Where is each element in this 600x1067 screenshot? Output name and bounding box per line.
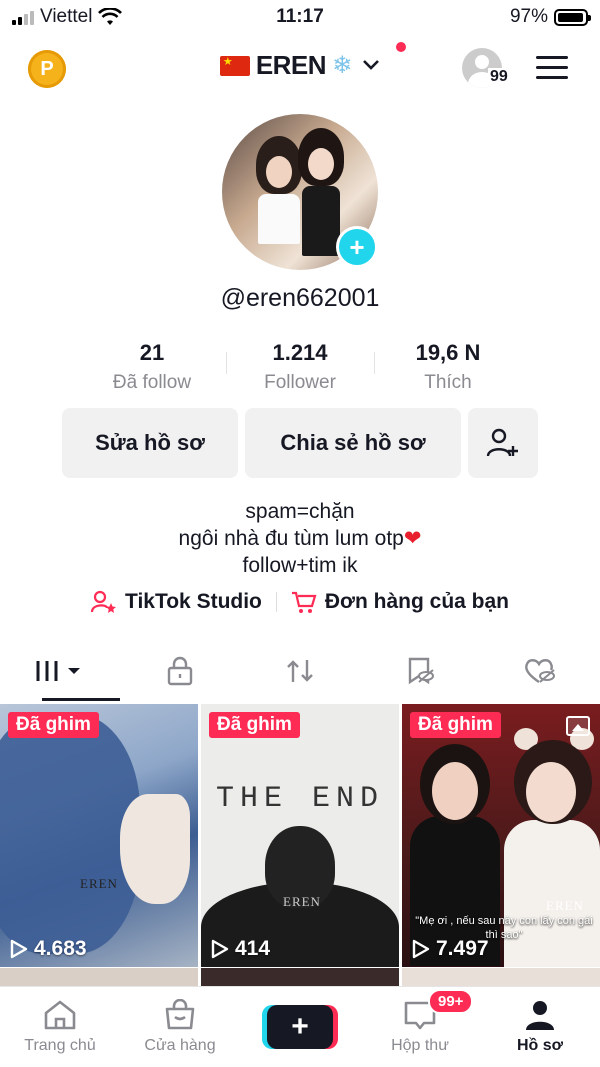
nav-shop[interactable]: Cửa hàng (120, 987, 240, 1067)
create-button[interactable]: + (267, 1005, 333, 1049)
nav-home[interactable]: Trang chủ (0, 987, 120, 1067)
video-thumbnail[interactable]: EREN Đã ghim 4.683 (0, 704, 198, 967)
nav-inbox[interactable]: 99+ Hộp thư (360, 987, 480, 1067)
thumbnail-title: THE END (215, 782, 385, 816)
nav-label: Hồ sơ (516, 1037, 564, 1054)
add-user-icon (486, 428, 518, 457)
profile-header: P EREN ❄ 99 (0, 40, 600, 96)
status-bar: Viettel 11:17 97% (0, 0, 600, 36)
tab-favorites[interactable] (360, 640, 480, 702)
battery-percent: 97% (509, 6, 548, 27)
tab-reposts[interactable] (240, 640, 360, 702)
grid-icon (36, 661, 80, 681)
profile-links: TikTok Studio Đơn hàng của bạn (0, 590, 600, 614)
nav-label: Trang chủ (24, 1037, 96, 1054)
profile-stats: 21 Đã follow 1.214 Follower 19,6 N Thích (78, 340, 522, 394)
nav-create[interactable]: + (240, 987, 360, 1067)
tab-videos[interactable] (0, 640, 120, 702)
bio-line: ngôi nhà đu tùm lum otp (178, 527, 404, 550)
chevron-down-icon (362, 55, 380, 76)
play-icon (412, 939, 430, 959)
stat-following[interactable]: 21 Đã follow (78, 340, 226, 394)
watermark: EREN (283, 894, 321, 909)
tiktok-studio-link[interactable]: TikTok Studio (91, 590, 262, 614)
nav-label: Hộp thư (391, 1037, 449, 1054)
stat-followers[interactable]: 1.214 Follower (226, 340, 374, 394)
video-thumbnail[interactable]: THE END EREN Đã ghim 414 (201, 704, 399, 967)
nav-label: Cửa hàng (144, 1037, 216, 1054)
link-label: Đơn hàng của bạn (324, 590, 509, 613)
share-profile-button[interactable]: Chia sẻ hồ sơ (245, 408, 461, 478)
bottom-nav: Trang chủ Cửa hàng + 99+ Hộp thư Hồ sơ (0, 986, 600, 1067)
china-flag-icon (219, 55, 250, 76)
view-count: 4.683 (10, 937, 87, 961)
home-icon (44, 1000, 76, 1030)
view-count: 7.497 (412, 937, 489, 961)
shopping-bag-icon (165, 999, 195, 1030)
bio: spam=chặn ngôi nhà đu tùm lum otp❤ follo… (0, 498, 600, 579)
link-label: TikTok Studio (125, 590, 262, 613)
battery-icon (554, 8, 591, 26)
stat-label: Đã follow (112, 372, 192, 393)
divider (275, 592, 277, 612)
inbox-badge: 99+ (428, 989, 474, 1014)
pinned-badge: Đã ghim (8, 712, 99, 738)
play-icon (10, 939, 28, 959)
stat-likes[interactable]: 19,6 N Thích (374, 340, 522, 394)
stat-value: 21 (139, 340, 165, 365)
bio-line: spam=chặn (245, 500, 355, 523)
heart-icon: ❤ (403, 527, 422, 550)
visitor-count: 99 (488, 68, 510, 86)
profile-icon (526, 1001, 554, 1030)
tab-liked[interactable] (480, 640, 600, 702)
stat-value: 1.214 (272, 340, 328, 365)
active-tab-indicator (42, 698, 120, 701)
menu-icon[interactable] (536, 56, 568, 86)
battery-info: 97% (509, 6, 591, 28)
orders-link[interactable]: Đơn hàng của bạn (291, 590, 509, 614)
bookmark-hidden-icon (408, 657, 434, 685)
heart-hidden-icon (525, 659, 555, 683)
pinned-badge: Đã ghim (410, 712, 501, 738)
studio-person-icon (91, 590, 116, 613)
next-row-peek (0, 968, 600, 988)
content-tabs (0, 640, 600, 702)
view-count: 414 (211, 937, 270, 961)
tab-private[interactable] (120, 640, 240, 702)
stat-label: Thích (424, 372, 472, 393)
repost-icon (287, 660, 313, 682)
photo-icon (566, 716, 590, 736)
bio-line: follow+tim ik (242, 554, 358, 577)
account-name: EREN (255, 50, 327, 80)
snowflake-icon: ❄ (332, 52, 353, 79)
pinned-badge: Đã ghim (209, 712, 300, 738)
add-friends-button[interactable] (468, 408, 538, 478)
profile-handle: @eren662001 (220, 284, 380, 312)
notification-dot (396, 42, 406, 52)
play-icon (211, 939, 229, 959)
watermark: EREN (546, 898, 584, 913)
watermark: EREN (80, 876, 118, 891)
add-avatar-button[interactable]: + (336, 226, 378, 268)
video-thumbnail[interactable]: EREN "Mẹ ơi , nếu sau này con lấy con gá… (402, 704, 600, 967)
stat-label: Follower (264, 372, 336, 393)
cart-icon (291, 591, 317, 613)
lock-icon (167, 656, 193, 686)
nav-profile[interactable]: Hồ sơ (480, 987, 600, 1067)
edit-profile-button[interactable]: Sửa hồ sơ (62, 408, 238, 478)
stat-value: 19,6 N (415, 340, 481, 365)
account-switcher[interactable]: EREN ❄ (0, 50, 600, 81)
